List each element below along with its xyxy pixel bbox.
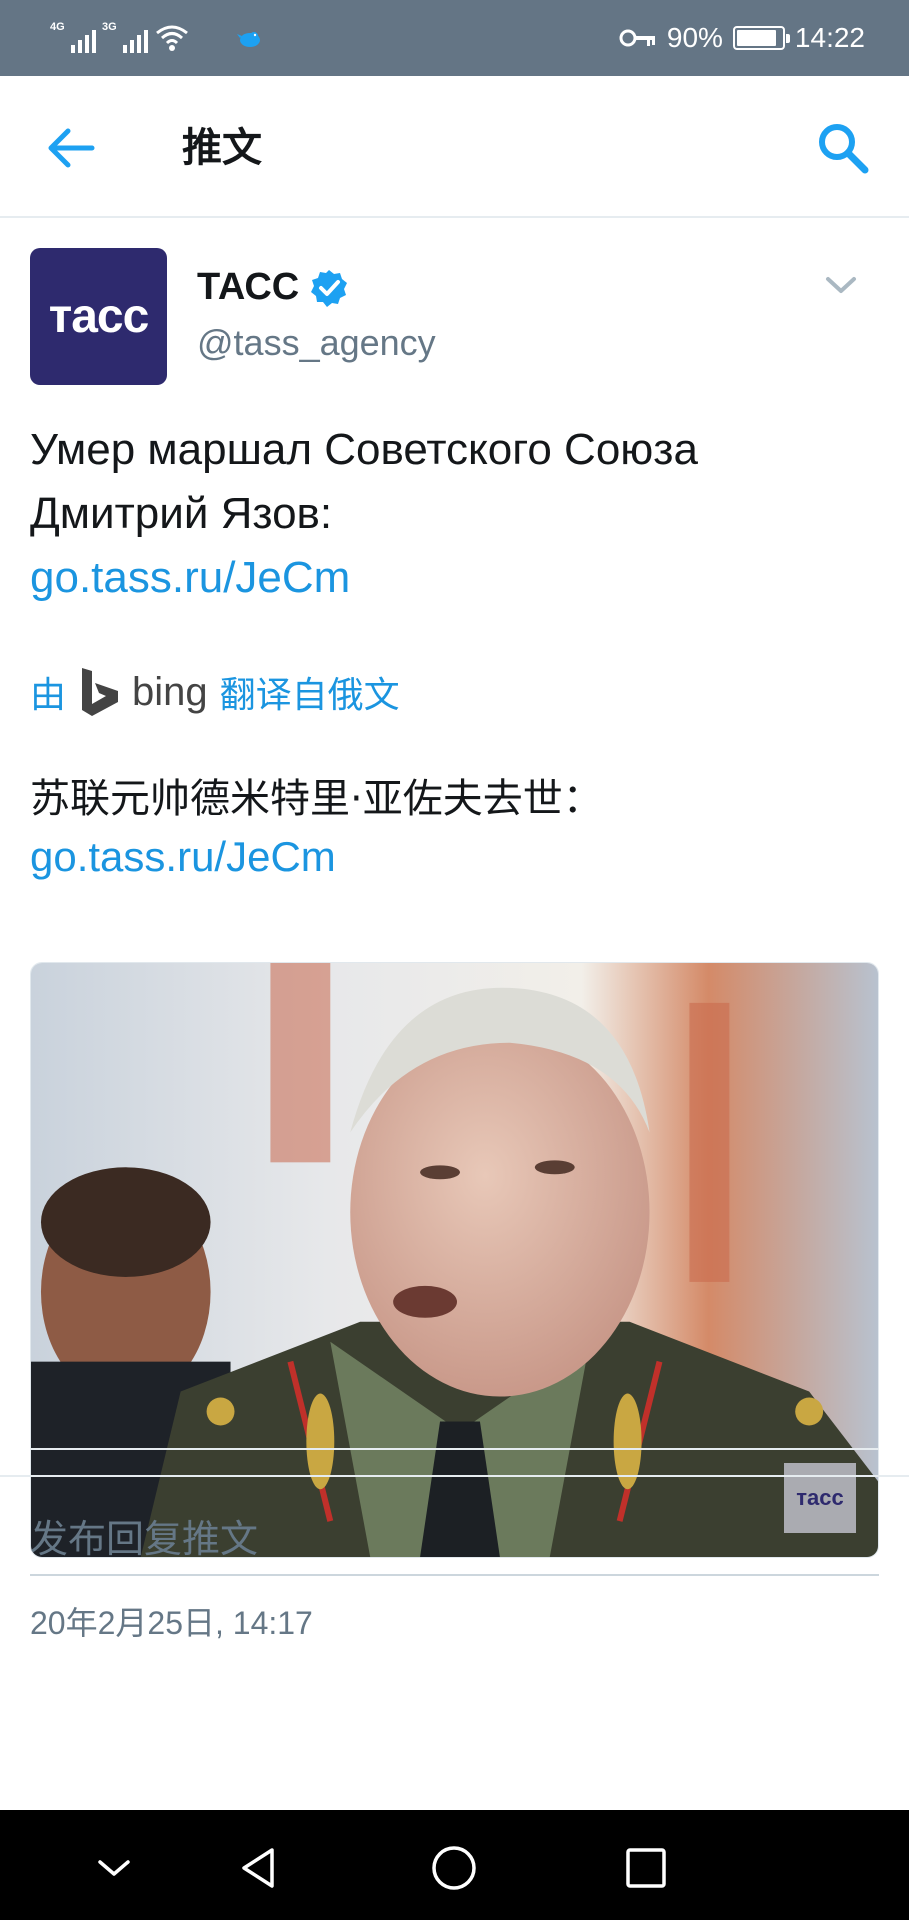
home-circle-icon[interactable]: [426, 1840, 482, 1896]
chevron-down-icon[interactable]: [823, 270, 859, 300]
app-header: 推文: [0, 76, 909, 218]
back-triangle-icon[interactable]: [232, 1840, 288, 1896]
reply-input[interactable]: 发布回复推文: [30, 1500, 879, 1576]
tweet-text-line-2: Дмитрий Язов:: [30, 489, 333, 538]
divider: [0, 1475, 909, 1477]
network-type-2: 3G: [102, 21, 117, 33]
author-name-text: ТАСС: [197, 266, 300, 308]
photo-image: [31, 963, 878, 1557]
signal-icon: 4G: [50, 21, 96, 55]
signal-icon: 3G: [102, 21, 148, 55]
translation-suffix: 翻译自俄文: [219, 675, 400, 716]
author-name[interactable]: ТАСС: [197, 266, 349, 309]
author-handle[interactable]: @tass_agency: [197, 322, 436, 364]
verified-badge-icon: [311, 269, 348, 307]
avatar-text: тасс: [48, 290, 150, 343]
tweet-text: Умер маршал Советского Союза Дмитрий Язо…: [30, 418, 880, 610]
reply-underline: [30, 1574, 879, 1576]
chevron-down-icon[interactable]: [86, 1840, 142, 1896]
avatar[interactable]: тасс: [30, 248, 167, 385]
page-title: 推文: [182, 125, 262, 171]
status-bar: 4G 3G 90% 14:22: [0, 0, 909, 76]
bing-icon: [82, 668, 119, 716]
translation-prefix: 由: [30, 675, 67, 716]
twitter-bird-icon: [237, 32, 260, 47]
translation-attribution[interactable]: 由 bing 翻译自俄文: [30, 662, 400, 722]
battery-icon: [732, 26, 790, 50]
clock: 14:22: [794, 22, 865, 53]
reply-placeholder: 发布回复推文: [30, 1517, 259, 1561]
translated-text-line: 苏联元帅德米特里·亚佐夫去世：: [30, 776, 603, 822]
divider: [30, 1448, 879, 1450]
system-nav-bar: [0, 1810, 909, 1920]
status-right: 90% 14:22: [619, 18, 865, 58]
recents-square-icon[interactable]: [618, 1840, 674, 1896]
bing-label: bing: [132, 669, 208, 714]
translated-link[interactable]: go.tass.ru/JeCm: [30, 828, 880, 886]
wifi-icon: [156, 25, 188, 51]
bing-logo: bing: [78, 666, 208, 718]
back-arrow-icon[interactable]: [40, 120, 100, 176]
tweet-link[interactable]: go.tass.ru/JeCm: [30, 546, 880, 610]
translated-text: 苏联元帅德米特里·亚佐夫去世： go.tass.ru/JeCm: [30, 770, 880, 886]
search-icon[interactable]: [813, 118, 873, 178]
status-left: 4G 3G: [50, 18, 190, 58]
tweet-photo[interactable]: тасс: [30, 962, 879, 1558]
battery-percent: 90%: [666, 22, 723, 53]
network-type-1: 4G: [50, 21, 65, 33]
tweet-timestamp: 20年2月25日, 14:17: [30, 1605, 313, 1641]
key-icon: [619, 29, 655, 47]
tweet-text-line-1: Умер маршал Советского Союза: [30, 425, 698, 474]
